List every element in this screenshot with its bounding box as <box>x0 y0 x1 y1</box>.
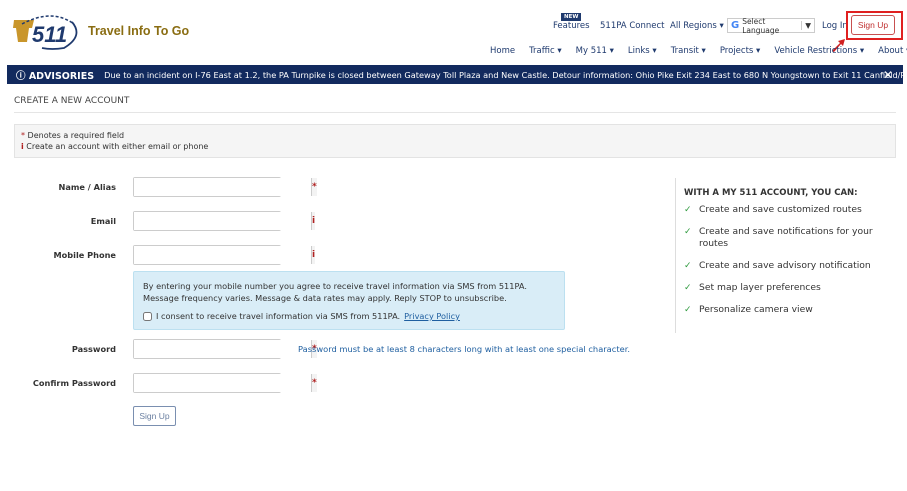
sms-consent-box: By entering your mobile number you agree… <box>133 271 565 330</box>
benefit-text: Personalize camera view <box>699 304 813 315</box>
benefits-panel: WITH A MY 511 ACCOUNT, YOU CAN: ✓ Create … <box>684 188 894 326</box>
511pa-logo[interactable]: 511 <box>12 10 82 50</box>
required-icon: * <box>311 178 317 196</box>
required-icon: * <box>311 374 317 392</box>
sms-consent-checkbox[interactable] <box>143 311 152 321</box>
either-note: Create an account with either email or p… <box>26 142 209 151</box>
name-field[interactable]: * <box>133 177 317 197</box>
phone-input[interactable] <box>134 246 311 264</box>
x-close-icon[interactable]: ✕ <box>883 68 893 82</box>
nav-traffic-label: Traffic <box>529 46 555 56</box>
benefit-text: Create and save notifications for your r… <box>699 226 873 249</box>
nav-home[interactable]: Home <box>490 46 515 56</box>
advisory-banner: ⓘ ADVISORIES Due to an incident on I-76 … <box>7 65 903 84</box>
nav-transit[interactable]: Transit ▾ <box>671 46 706 56</box>
sms-disclaimer: By entering your mobile number you agree… <box>143 281 527 303</box>
nav-projects[interactable]: Projects ▾ <box>720 46 760 56</box>
password-hint: Password must be at least 8 characters l… <box>298 344 630 354</box>
check-circle-icon: ✓ <box>684 227 692 237</box>
info-icon: i <box>311 246 316 264</box>
benefit-item: ✓ Create and save customized routes <box>684 204 894 216</box>
info-icon: ⓘ <box>16 70 26 82</box>
phone-label: Mobile Phone <box>53 250 117 260</box>
nav-about-label: About <box>878 46 904 56</box>
benefits-title: WITH A MY 511 ACCOUNT, YOU CAN: <box>684 188 858 198</box>
check-circle-icon: ✓ <box>684 205 692 215</box>
nav-transit-label: Transit <box>670 46 699 56</box>
advisory-text[interactable]: Due to an incident on I-76 East at 1.2, … <box>104 70 903 80</box>
consent-label: I consent to receive travel information … <box>156 311 401 321</box>
language-label: Select Language <box>742 16 780 35</box>
nav-vehicle-label: Vehicle Restrictions <box>774 46 858 56</box>
confirm-password-label: Confirm Password <box>32 378 116 388</box>
password-label: Password <box>71 344 116 354</box>
email-field[interactable]: i <box>133 211 316 231</box>
svg-text:511: 511 <box>32 22 67 47</box>
benefit-item: ✓ Create and save advisory notification <box>684 260 894 272</box>
check-circle-icon: ✓ <box>684 305 692 315</box>
confirm-password-field[interactable]: * <box>133 373 317 393</box>
features-link[interactable]: Features <box>553 21 590 31</box>
nav-links[interactable]: Links ▾ <box>628 46 657 56</box>
info-icon: i <box>311 212 316 230</box>
info-icon: i <box>21 142 24 151</box>
divider <box>675 178 676 333</box>
password-input[interactable] <box>134 340 311 358</box>
all-regions-dropdown[interactable]: All Regions ▾ <box>670 21 724 31</box>
email-input[interactable] <box>134 212 311 230</box>
language-select[interactable]: G Select Language ▼ <box>727 16 815 35</box>
dropdown-arrow-icon: ▼ <box>801 21 814 30</box>
name-input[interactable] <box>134 178 311 196</box>
submit-signup-button[interactable]: Sign Up <box>133 406 176 426</box>
benefit-item: ✓ Personalize camera view <box>684 304 894 316</box>
highlight-box <box>846 11 903 40</box>
google-icon: G <box>731 20 740 31</box>
511pa-connect-link[interactable]: 511PA Connect <box>600 21 664 31</box>
new-badge: NEW <box>561 13 582 21</box>
nav-my511[interactable]: My 511 ▾ <box>576 46 614 56</box>
benefit-item: ✓ Create and save notifications for your … <box>684 226 894 250</box>
confirm-password-input[interactable] <box>134 374 311 392</box>
privacy-policy-link[interactable]: Privacy Policy <box>404 310 460 322</box>
divider <box>14 112 896 113</box>
phone-field[interactable]: i <box>133 245 316 265</box>
all-regions-label: All Regions <box>670 21 717 31</box>
check-circle-icon: ✓ <box>684 283 692 293</box>
nav-vehicle-restrictions[interactable]: Vehicle Restrictions ▾ <box>774 46 864 56</box>
login-link[interactable]: Log In <box>822 21 848 31</box>
brand-tagline: Travel Info To Go <box>88 24 190 38</box>
email-label: Email <box>90 216 116 226</box>
advisory-label: ADVISORIES <box>28 70 95 82</box>
benefit-text: Set map layer preferences <box>699 282 821 293</box>
name-label: Name / Alias <box>58 182 116 192</box>
asterisk-icon: * <box>21 131 25 140</box>
form-notes: * Denotes a required field i Create an a… <box>14 124 896 158</box>
nav-about[interactable]: About ▾ <box>878 46 907 56</box>
benefit-text: Create and save customized routes <box>699 204 862 215</box>
password-field[interactable]: * <box>133 339 317 359</box>
nav-traffic[interactable]: Traffic ▾ <box>529 46 562 56</box>
page-title: CREATE A NEW ACCOUNT <box>14 96 130 106</box>
nav-my511-label: My 511 <box>575 46 607 56</box>
check-circle-icon: ✓ <box>684 261 692 271</box>
nav-projects-label: Projects <box>719 46 754 56</box>
required-note: Denotes a required field <box>27 131 125 140</box>
benefit-item: ✓ Set map layer preferences <box>684 282 894 294</box>
benefit-text: Create and save advisory notification <box>699 260 871 271</box>
nav-links-label: Links <box>627 46 650 56</box>
